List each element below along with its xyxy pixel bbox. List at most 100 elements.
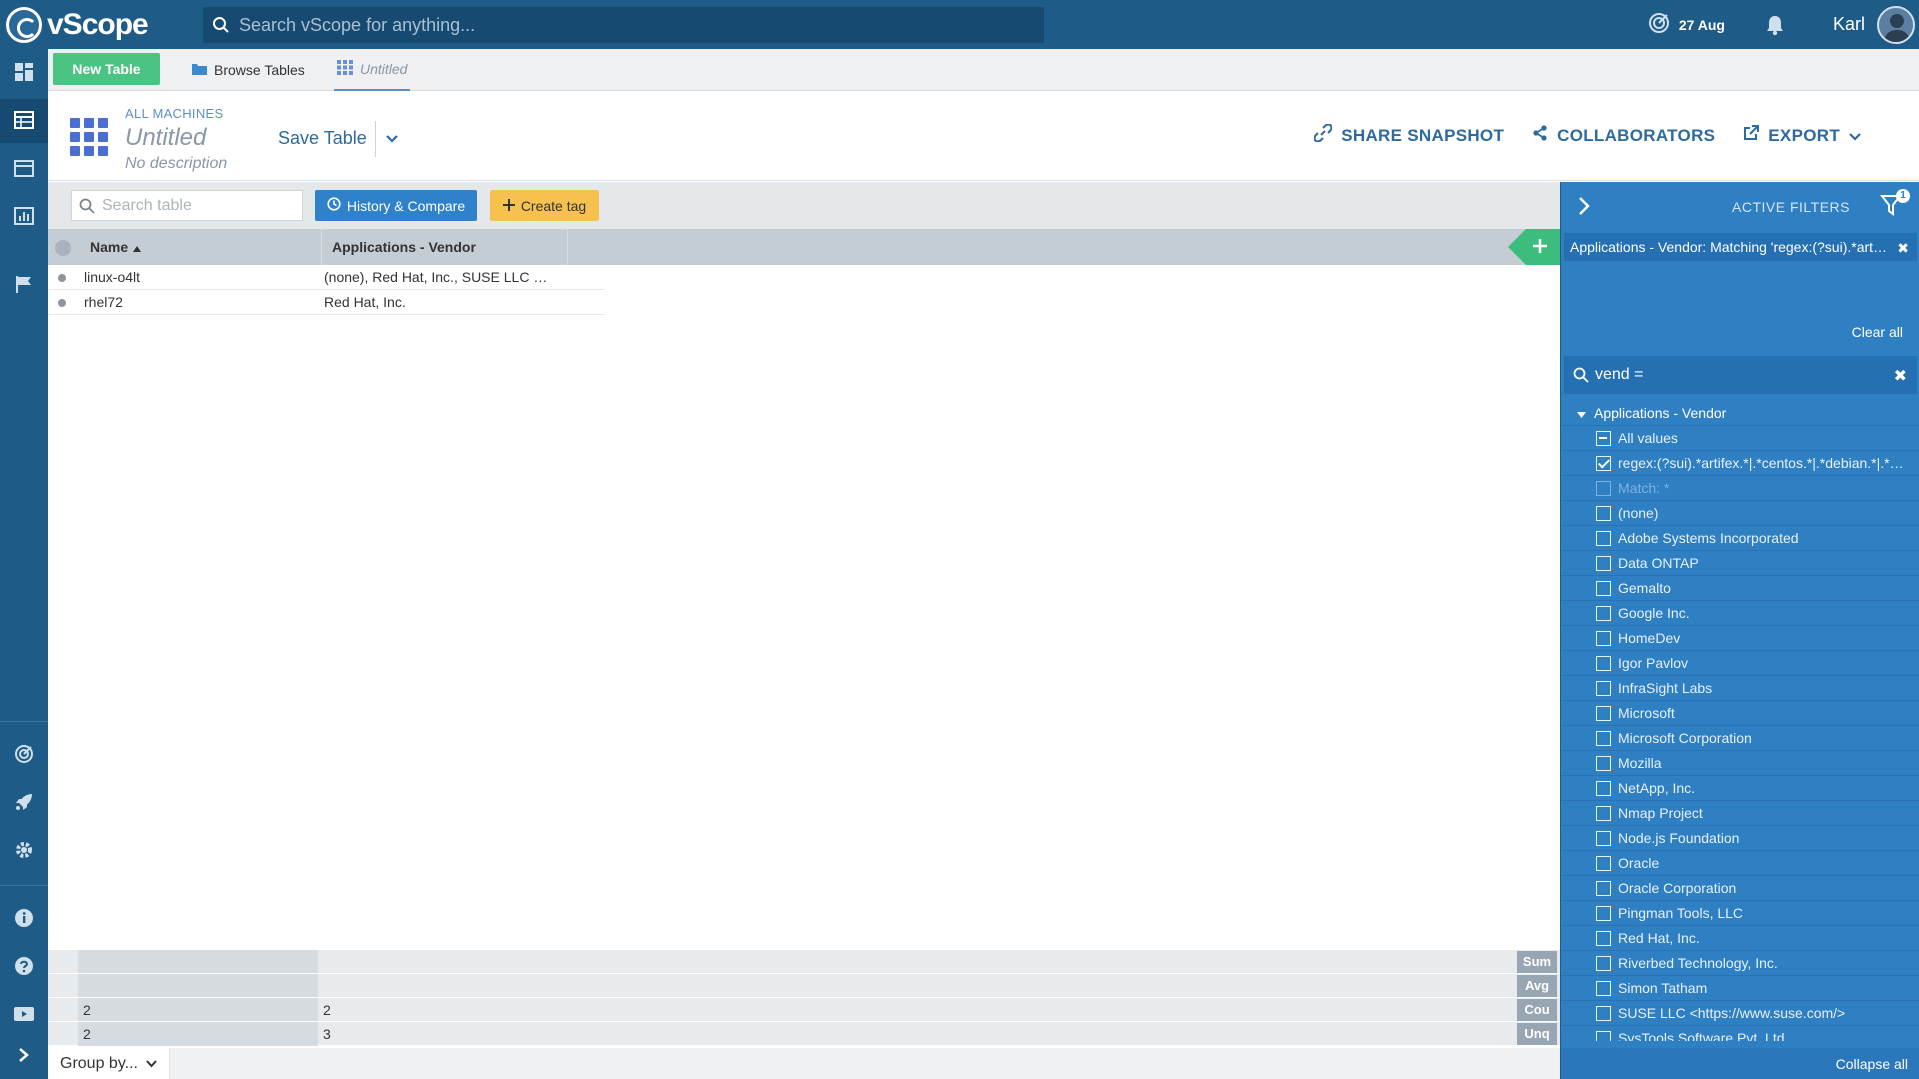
clear-all-link[interactable]: Clear all: [1852, 324, 1903, 340]
checkbox[interactable]: [1596, 930, 1611, 946]
filter-value-item[interactable]: Pingman Tools, LLC: [1561, 901, 1919, 926]
checkbox[interactable]: [1596, 855, 1611, 871]
checkbox[interactable]: [1596, 580, 1611, 596]
save-table-button[interactable]: Save Table: [278, 128, 367, 149]
filter-value-item[interactable]: Match: *: [1561, 476, 1919, 501]
nav-settings[interactable]: [0, 829, 48, 873]
filter-value-item[interactable]: Oracle: [1561, 851, 1919, 876]
checkbox[interactable]: [1596, 530, 1611, 546]
filter-value-item[interactable]: HomeDev: [1561, 626, 1919, 651]
select-all-toggle[interactable]: [55, 240, 71, 256]
summary-label[interactable]: Cou: [1517, 999, 1557, 1021]
checkbox[interactable]: [1596, 605, 1611, 621]
filter-value-item[interactable]: NetApp, Inc.: [1561, 776, 1919, 801]
filter-value-item[interactable]: Oracle Corporation: [1561, 876, 1919, 901]
checkbox[interactable]: [1596, 905, 1611, 921]
cell-vendor[interactable]: Red Hat, Inc.: [324, 294, 554, 310]
nav-dashboard[interactable]: [0, 51, 48, 95]
nav-discovery[interactable]: [0, 733, 48, 777]
filter-value-item[interactable]: Node.js Foundation: [1561, 826, 1919, 851]
chevron-down-icon[interactable]: [385, 131, 399, 147]
filter-value-item[interactable]: Adobe Systems Incorporated: [1561, 526, 1919, 551]
collaborators-button[interactable]: COLLABORATORS: [1532, 124, 1715, 147]
summary-label[interactable]: Avg: [1517, 975, 1557, 997]
filter-value-item[interactable]: Gemalto: [1561, 576, 1919, 601]
chevron-right-icon[interactable]: [1577, 196, 1591, 219]
checkbox[interactable]: [1596, 505, 1611, 521]
search-table[interactable]: [71, 190, 303, 221]
group-by-select[interactable]: Group by...: [48, 1048, 170, 1079]
filter-value-item[interactable]: Riverbed Technology, Inc.: [1561, 951, 1919, 976]
nav-tables[interactable]: [0, 99, 48, 143]
checkbox[interactable]: [1596, 955, 1611, 971]
filter-value-item[interactable]: Microsoft Corporation: [1561, 726, 1919, 751]
checkbox[interactable]: [1596, 655, 1611, 671]
filter-value-item[interactable]: regex:(?sui).*artifex.*|.*centos.*|.*deb…: [1561, 451, 1919, 476]
checkbox[interactable]: [1596, 1005, 1611, 1021]
nav-flags[interactable]: [0, 263, 48, 307]
new-table-button[interactable]: New Table: [53, 53, 160, 85]
checkbox[interactable]: [1596, 430, 1611, 446]
nav-info[interactable]: [0, 897, 48, 941]
checkbox[interactable]: [1596, 555, 1611, 571]
checkbox[interactable]: [1596, 755, 1611, 771]
filter-value-item[interactable]: InfraSight Labs: [1561, 676, 1919, 701]
filter-value-item[interactable]: (none): [1561, 501, 1919, 526]
table-row[interactable]: rhel72 Red Hat, Inc.: [48, 290, 605, 315]
global-search[interactable]: [203, 7, 1044, 43]
checkbox[interactable]: [1596, 730, 1611, 746]
filter-value-item[interactable]: Data ONTAP: [1561, 551, 1919, 576]
filter-value-item[interactable]: Igor Pavlov: [1561, 651, 1919, 676]
page-title[interactable]: Untitled: [125, 124, 206, 152]
user-name[interactable]: Karl: [1833, 14, 1865, 35]
vscope-logo[interactable]: vScope: [6, 7, 149, 43]
avatar[interactable]: [1877, 5, 1915, 44]
filter-search-input[interactable]: [1595, 366, 1875, 384]
filter-value-item[interactable]: All values: [1561, 426, 1919, 451]
filter-value-item[interactable]: Microsoft: [1561, 701, 1919, 726]
nav-expand[interactable]: [0, 1034, 48, 1078]
share-snapshot-button[interactable]: SHARE SNAPSHOT: [1313, 123, 1504, 147]
breadcrumb[interactable]: ALL MACHINES: [125, 106, 223, 121]
filter-value-item[interactable]: Red Hat, Inc.: [1561, 926, 1919, 951]
checkbox[interactable]: [1596, 680, 1611, 696]
close-icon[interactable]: ✖: [1897, 240, 1909, 257]
checkbox[interactable]: [1596, 805, 1611, 821]
column-header-name[interactable]: Name: [88, 229, 322, 265]
tab-untitled[interactable]: Untitled: [334, 49, 411, 91]
filter-value-item[interactable]: Mozilla: [1561, 751, 1919, 776]
create-tag-button[interactable]: Create tag: [490, 190, 599, 221]
tab-browse-tables[interactable]: Browse Tables: [192, 49, 305, 91]
checkbox[interactable]: [1596, 480, 1611, 496]
bell-icon[interactable]: [1765, 14, 1785, 36]
collapse-all-link[interactable]: Collapse all: [1836, 1056, 1908, 1072]
history-compare-button[interactable]: History & Compare: [315, 190, 477, 221]
export-button[interactable]: EXPORT: [1743, 124, 1861, 147]
row-select-toggle[interactable]: [58, 299, 66, 307]
filter-group-applications-vendor[interactable]: Applications - Vendor: [1561, 401, 1919, 426]
nav-videos[interactable]: [0, 993, 48, 1037]
filter-value-item[interactable]: Google Inc.: [1561, 601, 1919, 626]
row-select-toggle[interactable]: [58, 274, 66, 282]
page-description[interactable]: No description: [125, 155, 227, 173]
checkbox[interactable]: [1596, 980, 1611, 996]
table-row[interactable]: linux-o4lt (none), Red Hat, Inc., SUSE L…: [48, 265, 605, 290]
nav-deploy[interactable]: [0, 781, 48, 825]
filter-value-item[interactable]: SysTools Software Pvt. Ltd: [1561, 1026, 1919, 1041]
clear-search-icon[interactable]: ✖: [1894, 366, 1907, 386]
add-column-button[interactable]: [1508, 229, 1560, 265]
discovery-status[interactable]: 27 Aug: [1648, 12, 1725, 37]
summary-label[interactable]: Unq: [1517, 1023, 1557, 1045]
nav-help[interactable]: [0, 945, 48, 989]
nav-calendar[interactable]: [0, 147, 48, 191]
nav-reports[interactable]: [0, 195, 48, 239]
checkbox[interactable]: [1596, 705, 1611, 721]
search-table-input[interactable]: [102, 196, 292, 215]
filter-value-item[interactable]: Nmap Project: [1561, 801, 1919, 826]
checkbox[interactable]: [1596, 455, 1611, 471]
cell-name[interactable]: linux-o4lt: [84, 269, 140, 285]
filter-value-item[interactable]: Simon Tatham: [1561, 976, 1919, 1001]
filter-value-item[interactable]: SUSE LLC <https://www.suse.com/>: [1561, 1001, 1919, 1026]
checkbox[interactable]: [1596, 830, 1611, 846]
filter-search[interactable]: ✖: [1564, 356, 1917, 394]
